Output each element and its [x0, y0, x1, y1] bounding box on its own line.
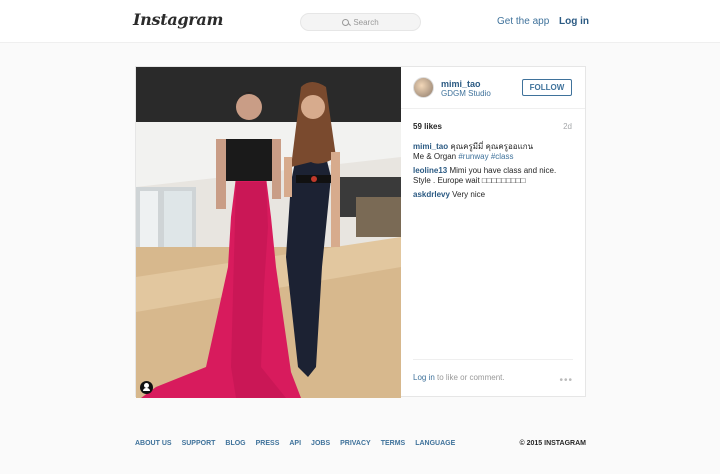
- comment-username[interactable]: leoline13: [413, 166, 447, 175]
- comment-item: askdrlevy Very nice: [413, 190, 576, 200]
- footer-link-privacy[interactable]: PRIVACY: [340, 440, 371, 447]
- comment-item: mimi_tao คุณครูมีมี่ คุณครูออแกน Me & Or…: [413, 142, 576, 162]
- comment-footer: Log in to like or comment.: [413, 359, 573, 382]
- post-header: mimi_tao GDGM Studio FOLLOW: [401, 67, 585, 109]
- post-location[interactable]: GDGM Studio: [441, 89, 491, 98]
- photo-illustration: [136, 67, 401, 398]
- footer-link-support[interactable]: SUPPORT: [182, 440, 216, 447]
- footer-link-press[interactable]: PRESS: [256, 440, 280, 447]
- search-placeholder: Search: [353, 17, 379, 27]
- top-bar: Instagram Search Get the app Log in: [0, 0, 720, 43]
- footer-link-api[interactable]: API: [289, 440, 301, 447]
- login-to-comment-link[interactable]: Log in: [413, 373, 435, 382]
- search-box[interactable]: Search: [300, 13, 421, 31]
- post-age[interactable]: 2d: [563, 122, 572, 131]
- footer-link-language[interactable]: LANGUAGE: [415, 440, 455, 447]
- footer-link-jobs[interactable]: JOBS: [311, 440, 330, 447]
- follow-button[interactable]: FOLLOW: [522, 79, 572, 96]
- post-username[interactable]: mimi_tao: [441, 79, 481, 89]
- footer: ABOUT US SUPPORT BLOG PRESS API JOBS PRI…: [135, 440, 586, 447]
- comment-text: Very nice: [449, 190, 486, 199]
- instagram-logo[interactable]: Instagram: [133, 10, 223, 29]
- comment-list: mimi_tao คุณครูมีมี่ คุณครูออแกน Me & Or…: [413, 142, 576, 204]
- login-prompt-text: to like or comment.: [434, 373, 505, 382]
- search-icon: [342, 18, 350, 26]
- user-tag-icon[interactable]: [140, 381, 153, 394]
- post-sidebar: mimi_tao GDGM Studio FOLLOW 59 likes 2d …: [401, 67, 585, 398]
- likes-count[interactable]: 59 likes: [413, 122, 442, 131]
- footer-link-about[interactable]: ABOUT US: [135, 440, 172, 447]
- get-app-link[interactable]: Get the app: [497, 16, 549, 27]
- footer-links: ABOUT US SUPPORT BLOG PRESS API JOBS PRI…: [135, 440, 455, 447]
- post-card: mimi_tao GDGM Studio FOLLOW 59 likes 2d …: [135, 66, 586, 398]
- comment-username[interactable]: askdrlevy: [413, 190, 450, 199]
- footer-link-terms[interactable]: TERMS: [381, 440, 406, 447]
- comment-hashtags[interactable]: #runway #class: [458, 152, 513, 161]
- copyright: © 2015 INSTAGRAM: [519, 440, 587, 447]
- login-link[interactable]: Log in: [559, 16, 589, 27]
- comment-username[interactable]: mimi_tao: [413, 142, 448, 151]
- comment-item: leoline13 Mimi you have class and nice. …: [413, 166, 576, 186]
- post-photo[interactable]: [136, 67, 401, 398]
- avatar[interactable]: [413, 77, 434, 98]
- footer-link-blog[interactable]: BLOG: [225, 440, 245, 447]
- more-options-icon[interactable]: •••: [559, 375, 573, 386]
